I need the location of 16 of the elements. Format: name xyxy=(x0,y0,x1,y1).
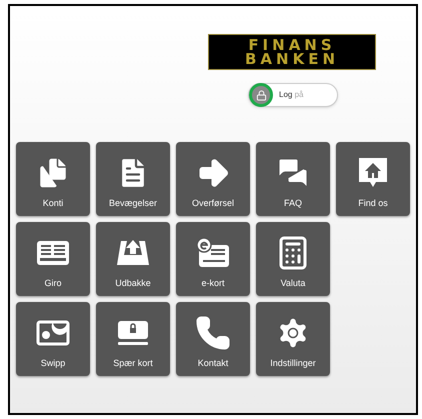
menu-tile[interactable]: Overførsel xyxy=(176,142,250,216)
menu-tile[interactable]: e-kort xyxy=(176,222,250,296)
logo-line: FINANS xyxy=(248,38,336,52)
logo-line: BANKEN xyxy=(244,52,340,66)
menu-tile[interactable]: Swipp xyxy=(16,302,90,376)
menu-tile[interactable]: Indstillinger xyxy=(256,302,330,376)
menu-tile[interactable]: Giro xyxy=(16,222,90,296)
login-toggle[interactable]: Log på xyxy=(248,83,338,107)
menu-tile[interactable]: Find os xyxy=(336,142,410,216)
menu-tile[interactable]: Konti xyxy=(16,142,90,216)
menu-tile[interactable]: Udbakke xyxy=(96,222,170,296)
menu-tile[interactable]: Spær kort xyxy=(96,302,170,376)
menu-tile[interactable]: Kontakt xyxy=(176,302,250,376)
menu-tile[interactable]: Bevægelser xyxy=(96,142,170,216)
menu-tile[interactable]: Valuta xyxy=(256,222,330,296)
menu-tile[interactable]: FAQ xyxy=(256,142,330,216)
